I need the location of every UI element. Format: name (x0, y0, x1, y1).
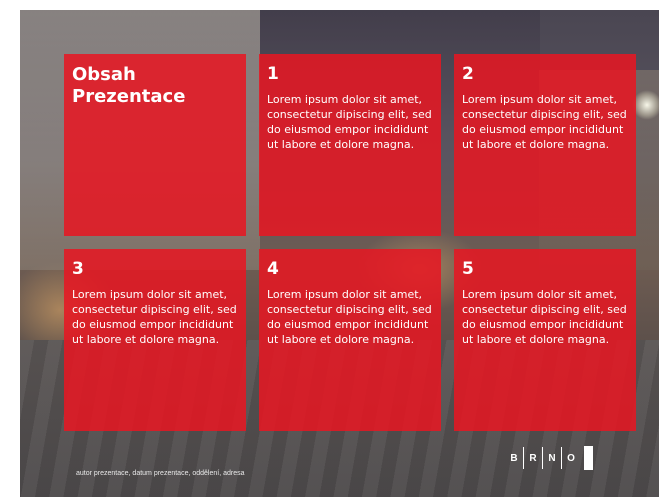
item-text: Lorem ipsum dolor sit amet, consectetur … (267, 288, 432, 346)
logo-letter-n: N (548, 452, 556, 464)
item-number: 3 (72, 259, 84, 279)
slide-title: Obsah Prezentace (72, 64, 186, 107)
item-text: Lorem ipsum dolor sit amet, consectetur … (72, 288, 237, 346)
tile-item-4: 4 Lorem ipsum dolor sit amet, consectetu… (259, 249, 441, 431)
brno-logo: B R N O (505, 446, 593, 470)
item-number: 2 (462, 64, 474, 84)
item-number: 4 (267, 259, 279, 279)
tile-item-3: 3 Lorem ipsum dolor sit amet, consectetu… (64, 249, 246, 431)
tile-item-5: 5 Lorem ipsum dolor sit amet, consectetu… (454, 249, 636, 431)
item-text: Lorem ipsum dolor sit amet, consectetur … (462, 288, 627, 346)
item-number: 1 (267, 64, 279, 84)
footer-text: autor prezentace, datum prezentace, oddě… (76, 470, 245, 477)
street-lamp-glow (632, 90, 659, 120)
item-text: Lorem ipsum dolor sit amet, consectetur … (267, 93, 432, 151)
item-number: 5 (462, 259, 474, 279)
logo-letter-o: O (567, 452, 575, 464)
tile-item-1: 1 Lorem ipsum dolor sit amet, consectetu… (259, 54, 441, 236)
logo-letter-b: B (510, 452, 518, 464)
item-text: Lorem ipsum dolor sit amet, consectetur … (462, 93, 627, 151)
logo-letter-r: R (529, 452, 537, 464)
logo-bar (584, 446, 593, 470)
tile-title: Obsah Prezentace (64, 54, 246, 236)
tile-item-2: 2 Lorem ipsum dolor sit amet, consectetu… (454, 54, 636, 236)
